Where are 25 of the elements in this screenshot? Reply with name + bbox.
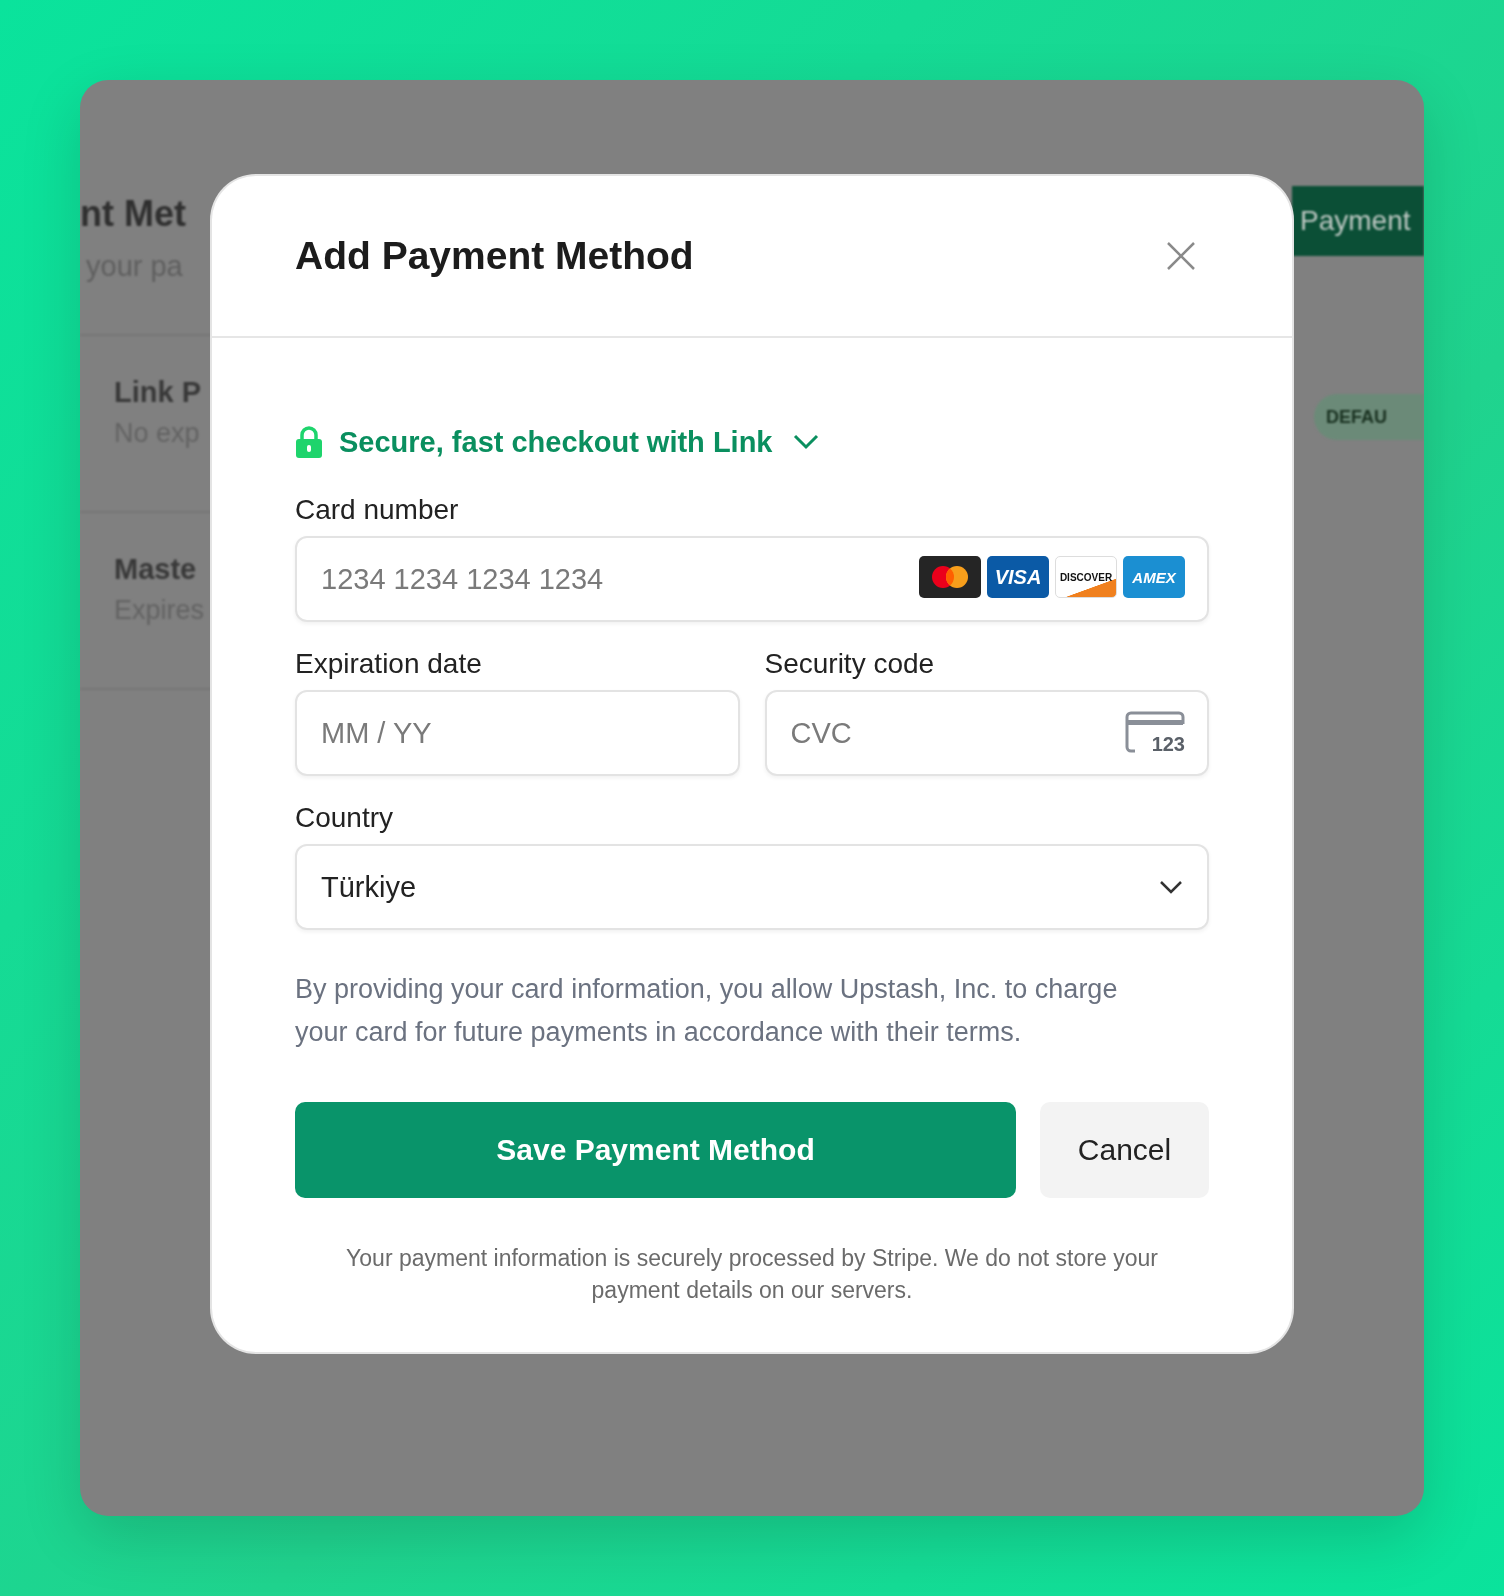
save-button[interactable]: Save Payment Method [295, 1102, 1016, 1198]
method-name: Link P [114, 375, 202, 410]
chevron-down-icon [1159, 880, 1183, 894]
dialog-title: Add Payment Method [295, 234, 694, 278]
field-label: Expiration date [295, 647, 483, 681]
consent-text: By providing your card information, you allow Upstash, Inc. to charge your card for future payments in accordance with their terms. [295, 973, 1119, 1049]
card-brand-logo: DISCOVER [1055, 556, 1117, 598]
method-name: Maste [114, 552, 198, 587]
default-badge: DEFAU [1314, 394, 1424, 440]
card-brand-logo: AMEX [1123, 556, 1185, 598]
country-select[interactable]: Türkiye [295, 844, 1209, 930]
close-button[interactable] [1166, 241, 1196, 271]
lock-icon [295, 425, 323, 459]
card-brand-icon [919, 556, 981, 598]
page-title: nt Met [80, 192, 187, 236]
link-checkout-toggle[interactable]: Secure, fast checkout with Link [339, 425, 819, 459]
cancel-button[interactable]: Cancel [1040, 1102, 1209, 1198]
field-label: Security code [764, 647, 936, 681]
card-brand-logo: VISA [987, 556, 1049, 598]
field-label: Card number [295, 493, 460, 527]
footer-note: Your payment information is securely processed by Stripe. We do not store your payment details on our servers. [345, 1244, 1159, 1305]
expiration-field[interactable]: MM / YY [295, 690, 740, 776]
chevron-down-icon [792, 434, 819, 450]
field-label: Country [295, 801, 395, 835]
add-payment-button[interactable]: Payment [1292, 186, 1424, 256]
